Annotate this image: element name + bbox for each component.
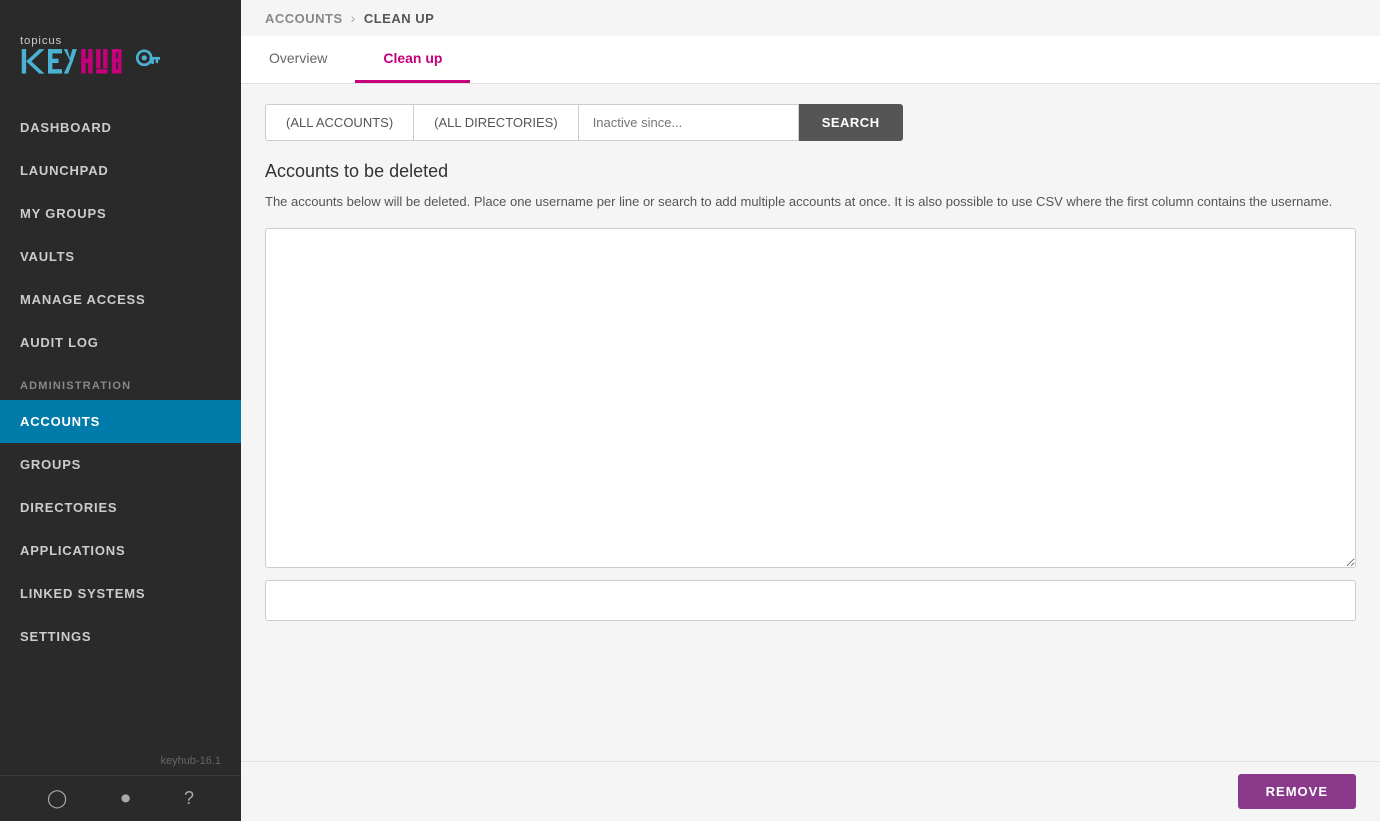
- svg-text:topicus: topicus: [20, 35, 62, 47]
- sidebar-item-settings[interactable]: SETTINGS: [0, 615, 241, 658]
- logo-area: topicus: [0, 0, 241, 106]
- sidebar-item-applications[interactable]: APPLICATIONS: [0, 529, 241, 572]
- main: ACCOUNTS › CLEAN UP Overview Clean up (A…: [241, 0, 1380, 821]
- tab-cleanup[interactable]: Clean up: [355, 36, 470, 83]
- sidebar-item-accounts[interactable]: ACCOUNTS: [0, 400, 241, 443]
- breadcrumb-current: CLEAN UP: [364, 11, 434, 26]
- admin-section-label: ADMINISTRATION: [0, 364, 241, 400]
- inactive-since-input[interactable]: [579, 104, 799, 141]
- sidebar-bottom: ◯ ⏺ ?: [0, 775, 241, 821]
- sidebar: topicus: [0, 0, 241, 821]
- help-icon[interactable]: ?: [184, 788, 194, 809]
- sidebar-item-directories[interactable]: DIRECTORIES: [0, 486, 241, 529]
- accounts-input[interactable]: [265, 580, 1356, 621]
- breadcrumb-parent[interactable]: ACCOUNTS: [265, 11, 343, 26]
- filter-row: (ALL ACCOUNTS) (ALL DIRECTORIES) SEARCH: [265, 104, 1356, 141]
- sidebar-item-vaults[interactable]: VAULTS: [0, 235, 241, 278]
- section-title: Accounts to be deleted: [265, 161, 1356, 182]
- bottom-bar: REMOVE: [241, 761, 1380, 821]
- sidebar-item-dashboard[interactable]: DASHBOARD: [0, 106, 241, 149]
- sidebar-item-manage-access[interactable]: MANAGE ACCESS: [0, 278, 241, 321]
- power-icon[interactable]: ⏺: [121, 788, 130, 809]
- remove-button[interactable]: REMOVE: [1238, 774, 1356, 809]
- logo: topicus: [20, 18, 160, 88]
- section-description: The accounts below will be deleted. Plac…: [265, 192, 1356, 212]
- content-area: (ALL ACCOUNTS) (ALL DIRECTORIES) SEARCH …: [241, 84, 1380, 761]
- sidebar-item-groups[interactable]: GROUPS: [0, 443, 241, 486]
- sidebar-item-my-groups[interactable]: MY GROUPS: [0, 192, 241, 235]
- breadcrumb-separator: ›: [351, 10, 356, 26]
- sidebar-item-audit-log[interactable]: AUDIT LOG: [0, 321, 241, 364]
- tab-bar: Overview Clean up: [241, 36, 1380, 84]
- all-directories-button[interactable]: (ALL DIRECTORIES): [413, 104, 579, 141]
- breadcrumb: ACCOUNTS › CLEAN UP: [241, 0, 1380, 36]
- version-label: keyhub-16.1: [0, 747, 241, 775]
- user-icon[interactable]: ◯: [47, 788, 67, 809]
- sidebar-item-launchpad[interactable]: LAUNCHPAD: [0, 149, 241, 192]
- search-button[interactable]: SEARCH: [799, 104, 903, 141]
- all-accounts-button[interactable]: (ALL ACCOUNTS): [265, 104, 413, 141]
- sidebar-item-linked-systems[interactable]: LINKED SYSTEMS: [0, 572, 241, 615]
- accounts-textarea[interactable]: [265, 228, 1356, 568]
- tab-overview[interactable]: Overview: [241, 36, 355, 83]
